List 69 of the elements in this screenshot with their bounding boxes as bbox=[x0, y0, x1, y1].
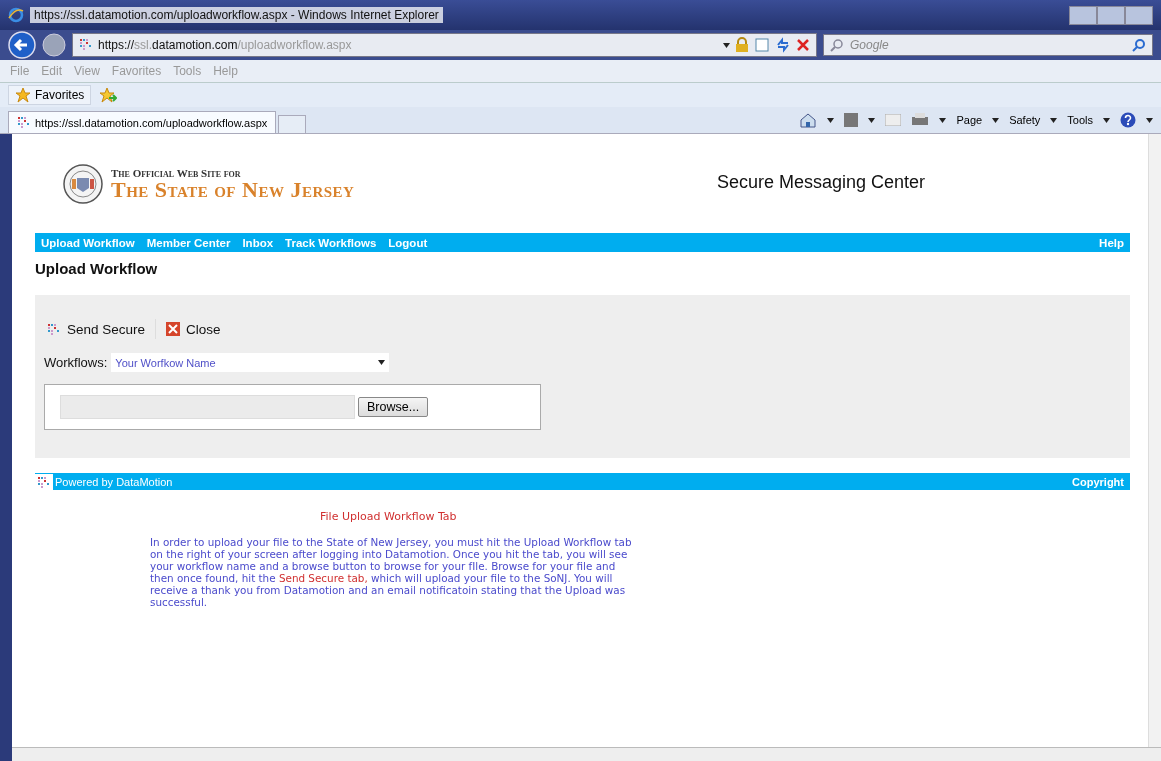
menu-item[interactable]: View bbox=[74, 64, 100, 78]
caret-icon[interactable] bbox=[827, 117, 835, 123]
horizontal-scrollbar[interactable] bbox=[12, 747, 1161, 761]
star-icon bbox=[15, 87, 31, 103]
instructions-text: In order to upload your file to the State of New Jersey, you must hit the Upload Workflow tab on the right of your screen after logging into Datamotion. Once you hit the tab, you will see your workflow name and a browse button to browse for your fIle. Browse for your file and then once found, hit the Send Secure tab, which will upload your file to the SoNJ. You will receive a thank you from Datamotion and an email notificatoin stating that the Upload was successful. bbox=[150, 536, 633, 608]
send-icon bbox=[47, 323, 61, 335]
nav-link[interactable]: Upload Workflow bbox=[41, 236, 135, 249]
menu-item[interactable]: File bbox=[10, 64, 30, 78]
caret-icon[interactable] bbox=[1050, 117, 1058, 123]
printer-icon[interactable] bbox=[911, 113, 930, 127]
caret-icon[interactable] bbox=[992, 117, 1000, 123]
menu-item[interactable]: Favorites bbox=[111, 64, 162, 78]
caret-icon[interactable] bbox=[939, 117, 947, 123]
state-seal-icon bbox=[63, 163, 103, 204]
instructions-title: File Upload Workflow Tab bbox=[320, 510, 458, 523]
search-field[interactable]: Google bbox=[823, 34, 1153, 56]
nav-link[interactable]: Member Center bbox=[146, 236, 231, 249]
site-name: The State of New Jersey bbox=[111, 178, 355, 201]
search-icon[interactable] bbox=[1132, 38, 1146, 52]
send-button[interactable]: Send Secure bbox=[47, 321, 146, 337]
help-icon[interactable] bbox=[1120, 112, 1136, 128]
add-favorite-icon[interactable] bbox=[99, 87, 118, 103]
browser-tab[interactable]: https://ssl.datamotion.com/uploadworkflow.aspx bbox=[8, 111, 277, 133]
help-link[interactable]: Help bbox=[1099, 236, 1124, 249]
refresh-icon[interactable] bbox=[775, 37, 791, 53]
nav-link[interactable]: Track Workflows bbox=[285, 236, 377, 249]
page-title: Secure Messaging Center bbox=[716, 172, 925, 193]
home-icon[interactable] bbox=[799, 112, 818, 128]
window-title: https://ssl.datamotion.com/uploadworkflow.aspx - Windows Internet Explorer bbox=[30, 7, 443, 23]
command-menu[interactable]: Page bbox=[956, 114, 983, 126]
vertical-scrollbar[interactable] bbox=[1148, 134, 1161, 747]
nav-link[interactable]: Logout bbox=[388, 236, 428, 249]
section-heading: Upload Workflow bbox=[35, 260, 159, 277]
forward-icon[interactable] bbox=[42, 33, 66, 57]
caret-icon[interactable] bbox=[378, 360, 386, 365]
padlock-icon bbox=[735, 37, 749, 53]
address-field[interactable]: https://ssl.datamotion.com/uploadworkflow.aspx bbox=[72, 33, 817, 57]
nav-link[interactable]: Inbox bbox=[242, 236, 274, 249]
minimize-button[interactable] bbox=[1069, 5, 1097, 25]
back-icon[interactable] bbox=[8, 31, 36, 59]
file-path-field[interactable] bbox=[60, 395, 355, 419]
close-button[interactable] bbox=[1125, 5, 1153, 25]
powered-by-text: Powered by DataMotion bbox=[55, 475, 173, 488]
command-menu[interactable]: Tools bbox=[1067, 114, 1093, 126]
favorites-button[interactable]: Favorites bbox=[8, 85, 92, 105]
menu-item[interactable]: Edit bbox=[41, 64, 63, 78]
site-icon bbox=[79, 37, 93, 53]
caret-icon[interactable] bbox=[868, 117, 876, 123]
site-tagline: The Official Web Site for bbox=[111, 166, 242, 179]
browse-button[interactable]: Browse... bbox=[358, 397, 429, 417]
stop-icon[interactable] bbox=[796, 38, 810, 52]
command-menu[interactable]: Safety bbox=[1009, 114, 1041, 126]
caret-icon[interactable] bbox=[723, 42, 730, 48]
copyright-link[interactable]: Copyright bbox=[1072, 475, 1124, 488]
browser-logo-icon bbox=[8, 7, 24, 23]
search-input[interactable]: Google bbox=[848, 37, 952, 53]
maximize-button[interactable] bbox=[1097, 5, 1125, 25]
search-icon bbox=[830, 38, 844, 52]
menu-item[interactable]: Tools bbox=[173, 64, 202, 78]
caret-icon[interactable] bbox=[1103, 117, 1110, 123]
tab-title: https://ssl.datamotion.com/uploadworkflow.aspx bbox=[35, 116, 268, 129]
menu-item[interactable]: Help bbox=[213, 64, 238, 78]
site-icon bbox=[17, 115, 31, 130]
url-text: https://ssl.datamotion.com/uploadworkflow.aspx bbox=[98, 38, 352, 52]
caret-icon[interactable] bbox=[1146, 117, 1153, 123]
close-button[interactable]: Close bbox=[166, 321, 221, 337]
close-icon bbox=[166, 322, 181, 336]
workflows-label: Workflows: bbox=[44, 355, 108, 370]
workflow-dropdown[interactable]: Your Worfkow Name bbox=[111, 353, 390, 372]
